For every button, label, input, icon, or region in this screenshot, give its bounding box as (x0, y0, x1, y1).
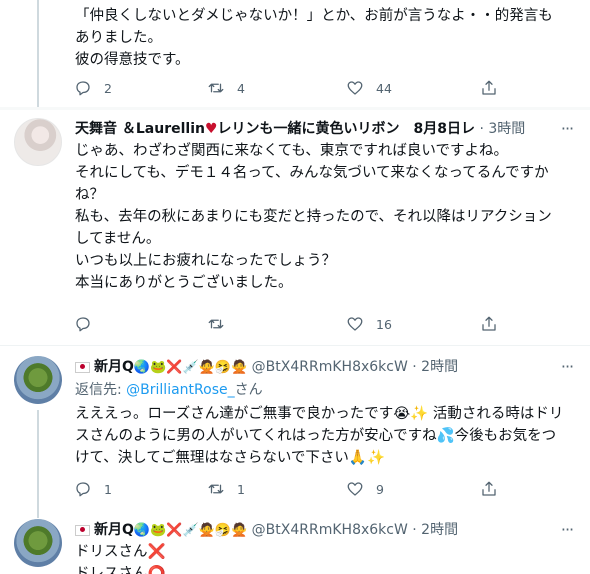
like-icon (347, 317, 363, 331)
reply-count: 1 (104, 481, 112, 497)
retweet-count: 4 (237, 80, 245, 96)
cross-mark-icon: ❌ (147, 544, 166, 560)
tweet-text: じゃあ、わざわざ関西に来なくても、東京ですれば良いですよね。 それにしても、デモ… (75, 140, 575, 294)
heart-icon: ♥ (204, 121, 218, 137)
retweet-icon (208, 83, 224, 93)
like-icon (347, 482, 363, 496)
line-text: ドリスさん (75, 544, 148, 560)
timestamp[interactable]: 2時間 (421, 522, 458, 538)
tweet-line: スさんのように男の人がいてくれはった方が安心ですね💦今後もお気をつ (75, 428, 557, 444)
like-count: 16 (376, 316, 392, 332)
tweet-actions: 1 1 9 (64, 477, 504, 501)
tweet-line: ね？ (75, 187, 104, 203)
tweet-line: 本当にありがとうございました。 (75, 275, 293, 291)
tweet-actions: 16 (64, 312, 504, 336)
share-button[interactable] (480, 312, 498, 336)
display-name[interactable]: 新月Q (94, 359, 134, 375)
reply-button[interactable]: 2 (74, 76, 112, 100)
tweet-text: えええっ。ローズさん達がご無事で良かったです😭✨ 活動される時はドリ スさんのよ… (75, 403, 575, 469)
retweet-count: 1 (237, 481, 245, 497)
reply-prefix: 返信先: (75, 382, 127, 398)
tweet-line: ドリスさん❌ (75, 541, 575, 563)
name-emoji: 🌏🐸❌💉🙅🤧🙅 (133, 523, 248, 538)
share-icon (482, 481, 496, 496)
tweet-header: 新月Q🌏🐸❌💉🙅🤧🙅 @BtX4RRmKH8x6kcW · 2時間 (75, 519, 550, 541)
share-icon (482, 316, 496, 331)
like-button[interactable]: 16 (346, 312, 392, 336)
timestamp[interactable]: 3時間 (488, 121, 525, 137)
display-name[interactable]: 天舞音 ＆Laurellin (75, 121, 205, 137)
like-button[interactable]: 9 (346, 477, 384, 501)
separator: · (412, 359, 417, 375)
timeline: 「仲良くしないとダメじゃないか！」とか、お前が言うなよ・・的発言も ありました。… (0, 0, 590, 574)
flag-jp-icon (75, 524, 90, 536)
tweet-text: 「仲良くしないとダメじゃないか！」とか、お前が言うなよ・・的発言も ありました。… (75, 5, 575, 71)
more-icon[interactable]: ··· (558, 519, 576, 541)
retweet-button[interactable]: 4 (207, 76, 245, 100)
reply-mention-link[interactable]: @BrilliantRose_ (126, 382, 234, 398)
retweet-icon (208, 484, 224, 494)
flag-jp-icon (75, 361, 90, 373)
like-count: 9 (376, 481, 384, 497)
tweet-line: 私も、去年の秋にあまりにも変だと持ったので、それ以降はリアクション (75, 209, 552, 225)
thread-line (37, 410, 39, 510)
reply-suffix: さん (234, 382, 263, 398)
divider (0, 345, 590, 346)
tweet-header: 天舞音 ＆Laurellin♥レリンも一緒に黄色いリボン 8月8日レ · 3時間 (75, 118, 550, 140)
tweet-line: してません。 (75, 231, 161, 247)
reply-icon (76, 482, 90, 497)
user-handle[interactable]: @BtX4RRmKH8x6kcW (252, 522, 408, 538)
more-icon[interactable]: ··· (558, 118, 576, 140)
retweet-button[interactable]: 1 (207, 477, 245, 501)
share-icon (482, 80, 496, 95)
line-text: ドレスさん (75, 566, 148, 574)
reply-icon (76, 81, 90, 96)
share-button[interactable] (480, 477, 498, 501)
tweet-line: それにしても、デモ１４名って、みんな気づいて来なくなってるんですか (75, 165, 549, 181)
separator: · (412, 522, 417, 538)
tweet-line: ドレスさん⭕ (75, 563, 575, 574)
separator: · (479, 121, 484, 137)
like-icon (347, 81, 363, 95)
tweet-line: 「仲良くしないとダメじゃないか！」とか、お前が言うなよ・・的発言も (75, 8, 553, 24)
reply-context: 返信先: @BrilliantRose_さん (75, 380, 263, 400)
tweet-line: えええっ。ローズさん達がご無事で良かったです😭✨ 活動される時はドリ (75, 406, 564, 422)
retweet-icon (208, 319, 224, 329)
avatar[interactable] (14, 118, 62, 166)
tweet-actions: 2 4 44 (64, 76, 504, 100)
tweet-line: 彼の得意技です。 (75, 52, 190, 68)
retweet-button[interactable] (207, 312, 237, 336)
reply-button[interactable] (74, 312, 104, 336)
tweet-line: じゃあ、わざわざ関西に来なくても、東京ですれば良いですよね。 (75, 143, 508, 159)
tweet-line: ありました。 (75, 30, 162, 46)
timestamp[interactable]: 2時間 (421, 359, 458, 375)
thread-line (37, 510, 39, 518)
share-button[interactable] (480, 76, 498, 100)
tweet-line: けて、決してご無理はなさらないで下さい🙏✨ (75, 450, 386, 466)
reply-button[interactable]: 1 (74, 477, 112, 501)
display-name-suffix[interactable]: レリンも一緒に黄色いリボン 8月8日レ (218, 121, 475, 137)
display-name[interactable]: 新月Q (94, 522, 134, 538)
name-emoji: 🌏🐸❌💉🙅🤧🙅 (133, 360, 248, 375)
tweet-header: 新月Q🌏🐸❌💉🙅🤧🙅 @BtX4RRmKH8x6kcW · 2時間 (75, 356, 550, 378)
reply-count: 2 (104, 80, 112, 96)
tweet-text: ドリスさん❌ ドレスさん⭕ (75, 541, 575, 574)
like-button[interactable]: 44 (346, 76, 392, 100)
divider (0, 107, 590, 110)
avatar[interactable] (14, 519, 62, 567)
more-icon[interactable]: ··· (558, 356, 576, 378)
tweet-line: いつも以上にお疲れになったでしょう？ (75, 253, 336, 269)
like-count: 44 (376, 80, 392, 96)
circle-mark-icon: ⭕ (147, 566, 166, 574)
reply-icon (76, 317, 90, 332)
thread-line (37, 0, 39, 107)
avatar[interactable] (14, 356, 62, 404)
user-handle[interactable]: @BtX4RRmKH8x6kcW (252, 359, 408, 375)
